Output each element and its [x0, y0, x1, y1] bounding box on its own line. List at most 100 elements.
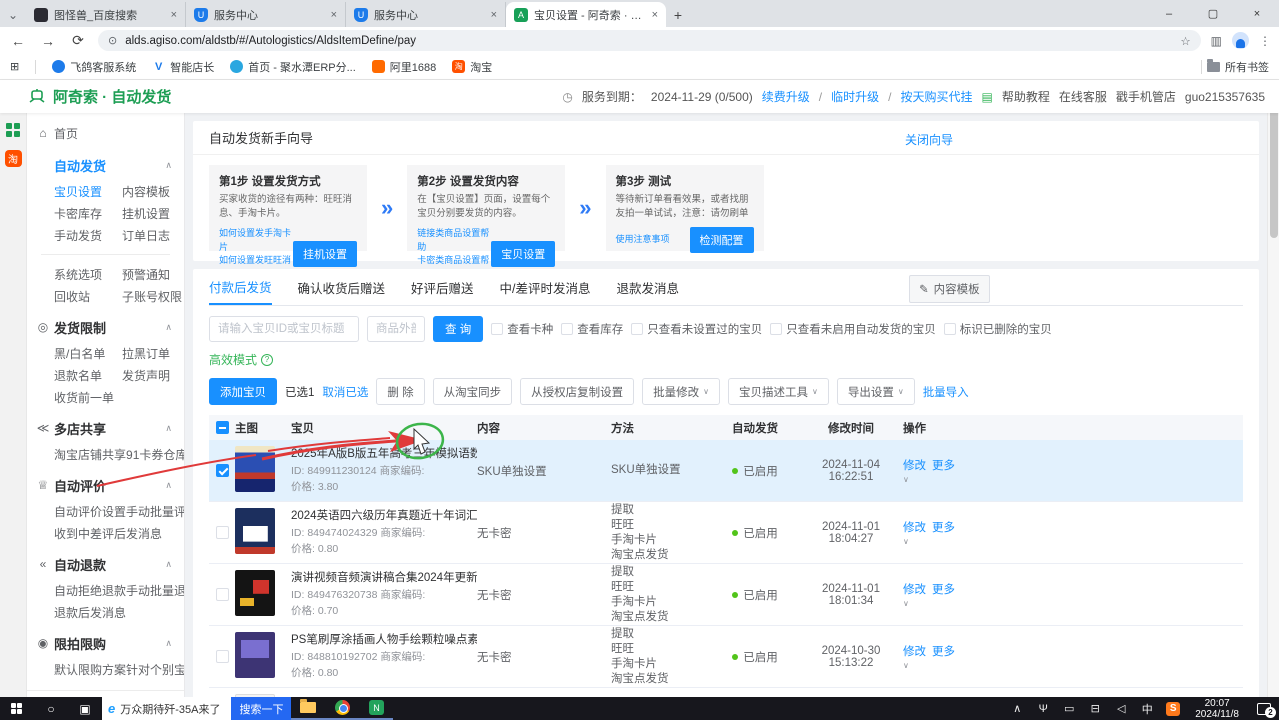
microphone-icon[interactable]: Ψ	[1031, 697, 1055, 720]
sidebar-item-default-limit-plan[interactable]: 默认限购方案	[54, 661, 126, 678]
green-app-icon[interactable]: N	[359, 697, 393, 720]
url-text[interactable]: alds.agiso.com/aldstb/#/Autologistics/Al…	[125, 35, 1172, 47]
item-title[interactable]: 2024英语四六级历年真题近十年词汇听...	[291, 507, 477, 523]
chrome-icon[interactable]	[325, 697, 359, 720]
item-search-input[interactable]	[209, 316, 359, 342]
item-thumbnail[interactable]	[235, 508, 275, 554]
edit-link[interactable]: 修改	[903, 584, 926, 596]
sidebar-item-content-template[interactable]: 内容模板	[122, 183, 170, 200]
checkbox[interactable]	[561, 323, 573, 335]
item-title[interactable]: PS笔刷厚涂插画人物手绘颗粒噪点素描p...	[291, 631, 477, 647]
renew-upgrade-link[interactable]: 续费升级	[762, 88, 810, 105]
bookmark-feige[interactable]: 飞鸽客服系统	[52, 59, 136, 75]
tab-search-chevron-icon[interactable]: ⌄	[0, 3, 26, 27]
bookmark-taobao[interactable]: 淘 淘宝	[452, 59, 492, 75]
speaker-icon[interactable]: ◁	[1109, 697, 1133, 720]
sidebar-item-individual-item[interactable]: 针对个别宝贝	[126, 661, 185, 678]
edit-link[interactable]: 修改	[903, 646, 926, 658]
tab-refund-message[interactable]: 退款发消息	[617, 269, 680, 305]
online-service-link[interactable]: 在线客服	[1059, 88, 1107, 105]
sidebar-section-multi-store[interactable]: ≪ 多店共享 ∧	[27, 413, 184, 443]
query-button[interactable]: 查 询	[433, 316, 483, 342]
temp-upgrade-link[interactable]: 临时升级	[831, 88, 879, 105]
window-close-button[interactable]: ×	[1235, 0, 1279, 27]
sidebar-item-refund-message[interactable]: 退款后发消息	[54, 604, 126, 621]
sidebar-section-purchase-limit[interactable]: ◉ 限拍限购 ∧	[27, 628, 184, 658]
taskbar-search-text[interactable]: 万众期待歼-35A来了	[120, 701, 220, 717]
sidebar-item-card-warehouse[interactable]: 91卡券仓库●	[126, 446, 185, 463]
checkbox[interactable]	[631, 323, 643, 335]
filter-unset-items[interactable]: 只查看未设置过的宝贝	[631, 321, 762, 337]
filter-view-card-type[interactable]: 查看卡种	[491, 321, 553, 337]
profile-avatar[interactable]	[1232, 32, 1249, 49]
delete-button[interactable]: 删 除	[376, 378, 424, 405]
browser-tab-3[interactable]: U 服务中心 ×	[346, 2, 506, 27]
sidebar-item-auto-reject-refund[interactable]: 自动拒绝退款	[54, 582, 126, 599]
outer-code-input[interactable]	[367, 316, 425, 342]
sidebar-item-block-order[interactable]: 拉黑订单	[122, 345, 170, 362]
content-template-button[interactable]: ✎ 内容模板	[909, 275, 990, 303]
new-tab-button[interactable]: +	[666, 3, 690, 27]
export-settings-dropdown[interactable]: 导出设置∨	[837, 378, 915, 405]
sidebar-item-alert-notify[interactable]: 预警通知	[122, 266, 170, 283]
item-thumbnail[interactable]	[235, 570, 275, 616]
sidebar-item-bad-review-message[interactable]: 收到中差评后发消息	[54, 525, 162, 542]
help-tutorial-link[interactable]: 帮助教程	[1002, 88, 1050, 105]
sidebar-item-manual-batch-review[interactable]: 手动批量评价	[126, 503, 185, 520]
table-row[interactable]: PS笔刷厚涂插画人物手绘颗粒噪点素描p... ID: 848810192702 …	[209, 626, 1243, 688]
item-title[interactable]: 2025年A版B版五年高考三年模拟语数学...	[291, 445, 477, 461]
cancel-selection-link[interactable]: 取消已选	[322, 384, 368, 400]
step3-link-notes[interactable]: 使用注意事项	[616, 233, 670, 247]
tab-good-review-gift[interactable]: 好评后赠送	[411, 269, 474, 305]
item-title[interactable]: 演讲视频音频演讲稿合集2024年更新中...	[291, 569, 477, 585]
row-checkbox[interactable]	[216, 526, 229, 539]
browser-tab-4-active[interactable]: A 宝贝设置 - 阿奇索 · 自动发货 ×	[506, 2, 666, 27]
sidebar-item-hangup-settings[interactable]: 挂机设置	[122, 205, 170, 222]
account-name[interactable]: guo215357635	[1185, 90, 1265, 104]
taobao-rail-icon[interactable]: 淘	[5, 150, 22, 167]
tray-chevron-up-icon[interactable]: ∧	[1005, 697, 1029, 720]
notification-center-icon[interactable]: 2	[1249, 697, 1279, 720]
hangup-settings-button[interactable]: 挂机设置	[293, 241, 357, 267]
table-row[interactable]: 演讲视频音频演讲稿合集2024年更新中... ID: 849476320738 …	[209, 564, 1243, 626]
sidebar-item-store-share[interactable]: 淘宝店铺共享	[54, 446, 126, 463]
tab-bad-review-message[interactable]: 中/差评时发消息	[500, 269, 591, 305]
site-info-icon[interactable]: ⊙	[108, 34, 117, 47]
all-bookmarks-button[interactable]: 所有书签	[1201, 59, 1269, 75]
checkbox[interactable]	[770, 323, 782, 335]
copy-from-authorized-store-button[interactable]: 从授权店复制设置	[520, 378, 634, 405]
batch-edit-dropdown[interactable]: 批量修改∨	[642, 378, 720, 405]
tab1-close-icon[interactable]: ×	[171, 9, 177, 21]
bookmark-1688[interactable]: 阿里1688	[372, 59, 436, 75]
sidebar-section-auto-review[interactable]: ♕ 自动评价 ∧	[27, 470, 184, 500]
efficient-mode-link[interactable]: 高效模式	[209, 351, 257, 368]
sync-from-taobao-button[interactable]: 从淘宝同步	[433, 378, 513, 405]
tab-confirm-gift[interactable]: 确认收货后赠送	[298, 269, 386, 305]
window-maximize-button[interactable]: ▢	[1191, 0, 1235, 27]
tab4-close-icon[interactable]: ×	[652, 9, 658, 21]
display-icon[interactable]: ▭	[1057, 697, 1081, 720]
sidebar-item-refund-list[interactable]: 退款名单	[54, 367, 122, 384]
window-minimize-button[interactable]: –	[1147, 0, 1191, 27]
taskbar-search-button[interactable]: 搜索一下	[231, 697, 291, 720]
table-row[interactable]: 2024英语四六级历年真题近十年词汇听... ID: 849474024329 …	[209, 502, 1243, 564]
select-all-checkbox[interactable]	[216, 421, 229, 434]
forward-icon[interactable]: →	[38, 33, 58, 49]
bookmark-star-icon[interactable]: ☆	[1180, 34, 1190, 48]
sidebar-item-manual-batch-refund[interactable]: 手动批量退款	[126, 582, 185, 599]
table-row[interactable]: 有效挽回恋爱心理学课程高情商沟通课程 提取	[209, 688, 1243, 697]
step1-link-card[interactable]: 如何设置发手淘卡片	[219, 227, 293, 254]
start-button[interactable]	[0, 697, 34, 720]
item-settings-button[interactable]: 宝贝设置	[491, 241, 555, 267]
sidebar-item-ship-statement[interactable]: 发货声明	[122, 367, 170, 384]
edit-link[interactable]: 修改	[903, 460, 926, 472]
batch-import-link[interactable]: 批量导入	[923, 384, 969, 400]
item-desc-tool-dropdown[interactable]: 宝贝描述工具∨	[728, 378, 829, 405]
sidebar-item-system-options[interactable]: 系统选项	[54, 266, 122, 283]
browser-tab-1[interactable]: 图怪兽_百度搜索 ×	[26, 2, 186, 27]
bookmark-jushuitan[interactable]: 首页 - 聚水潭ERP分...	[230, 59, 356, 75]
sidebar-section-ship-limit[interactable]: ◎ 发货限制 ∧	[27, 312, 184, 342]
row-checkbox[interactable]	[216, 588, 229, 601]
apps-grid-icon[interactable]: ⊞	[10, 60, 19, 73]
sidebar-item-auto-review-settings[interactable]: 自动评价设置	[54, 503, 126, 520]
